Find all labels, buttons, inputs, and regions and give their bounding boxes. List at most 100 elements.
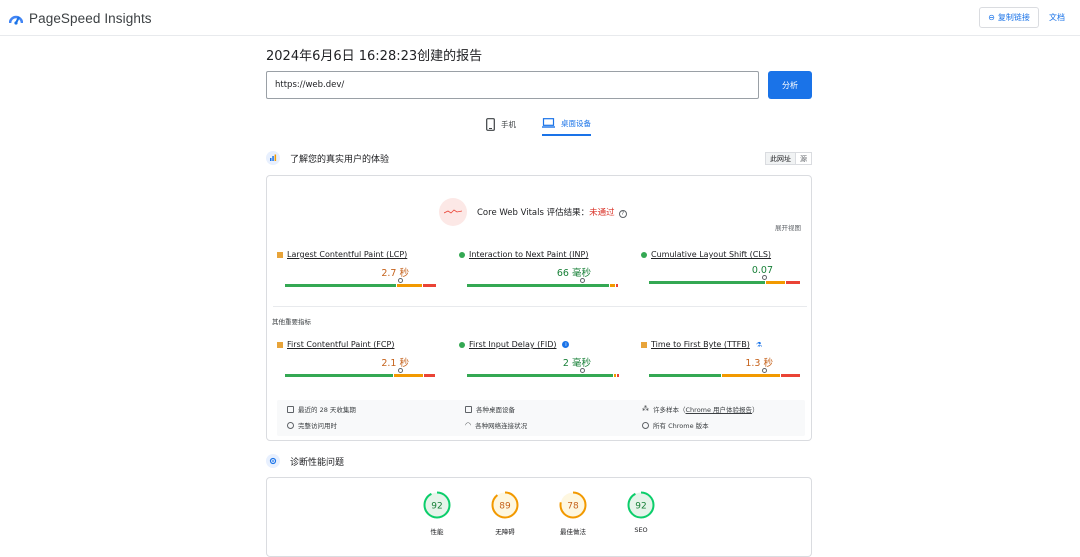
distribution-segment-poor [616, 284, 618, 287]
distribution-segment-good [467, 284, 609, 287]
metric-fcp-name[interactable]: First Contentful Paint (FCP) [287, 340, 394, 349]
divider [273, 306, 807, 307]
distribution-segment-needs-improvement [614, 374, 617, 377]
copy-link-button[interactable]: ⊖ 复制链接 [979, 7, 1039, 28]
metric-cls-distribution [649, 275, 801, 285]
metric-inp-distribution [467, 278, 619, 288]
phone-icon [486, 117, 495, 131]
good-icon [459, 341, 465, 348]
docs-link[interactable]: 文档 [1049, 12, 1065, 23]
this-url-toggle[interactable]: 此网址 [765, 152, 796, 165]
tab-desktop-label: 桌面设备 [561, 118, 591, 128]
info-samples-prefix: 许多样本（ [653, 406, 686, 414]
diagnose-icon [266, 454, 280, 468]
laptop-icon [542, 118, 555, 128]
info-duration-text: 完整访问用时 [298, 422, 337, 430]
metric-fcp: First Contentful Paint (FCP) 2.1 秒 [277, 340, 437, 378]
crux-report-link[interactable]: Chrome 用户体验报告 [686, 406, 753, 414]
lab-data-card: 92 性能 89 无障碍 78 最佳做法 92 SEO [266, 477, 812, 557]
gauge-performance-ring: 92 [423, 491, 451, 519]
metric-cls-name[interactable]: Cumulative Layout Shift (CLS) [651, 250, 771, 259]
metric-ttfb-distribution [649, 368, 801, 378]
metric-fid-value: 2 毫秒 [562, 358, 591, 369]
app-logo[interactable]: PageSpeed Insights [9, 8, 152, 28]
distribution-segment-poor [423, 284, 436, 287]
p75-marker [762, 368, 767, 373]
distribution-segment-good [649, 281, 765, 284]
good-icon [459, 251, 465, 258]
info-icon[interactable]: i [562, 341, 570, 348]
lab-data-header: 诊断性能问题 [266, 453, 344, 469]
metric-fcp-distribution [285, 368, 437, 378]
distribution-segment-good [285, 284, 396, 287]
distribution-segment-needs-improvement [766, 281, 785, 284]
distribution-segment-good [467, 374, 614, 377]
needs-improvement-icon [641, 341, 647, 348]
p75-marker [398, 368, 403, 373]
needs-improvement-icon [277, 341, 283, 348]
distribution-segment-needs-improvement [722, 374, 780, 377]
url-input[interactable]: https://web.dev/ [266, 71, 759, 99]
gauge-accessibility[interactable]: 89 无障碍 [490, 490, 520, 536]
info-duration: 完整访问用时 [287, 420, 337, 430]
gauge-best-practices-score: 78 [567, 502, 579, 512]
url-origin-toggle: 此网址 源 [765, 152, 812, 165]
top-bar: PageSpeed Insights ⊖ 复制链接 文档 [0, 0, 1080, 36]
metric-lcp-distribution [285, 278, 437, 288]
tab-desktop[interactable]: 桌面设备 [542, 112, 591, 136]
distribution-segment-poor [786, 281, 800, 284]
gauge-seo[interactable]: 92 SEO [626, 490, 656, 534]
gauge-best-practices[interactable]: 78 最佳做法 [558, 490, 588, 536]
wifi-icon: ◠ [465, 421, 472, 429]
gauge-seo-label: SEO [634, 526, 648, 534]
metric-fid-name[interactable]: First Input Delay (FID) [469, 340, 556, 349]
chrome-icon [642, 421, 649, 429]
report-title: 2024年6月6日 16:28:23创建的报告 [266, 49, 483, 64]
p75-marker [580, 368, 585, 373]
lab-data-title: 诊断性能问题 [290, 457, 345, 468]
cwv-label: Core Web Vitals 评估结果： [477, 208, 590, 218]
expand-view-link[interactable]: 展开视图 [775, 222, 801, 232]
gauge-accessibility-label: 无障碍 [495, 528, 515, 536]
devices-icon [465, 405, 472, 413]
info-samples: ⁂ 许多样本（Chrome 用户体验报告） [642, 404, 759, 414]
metric-ttfb: Time to First Byte (TTFB) ⚗ 1.3 秒 [641, 340, 801, 378]
metric-ttfb-value: 1.3 秒 [745, 358, 773, 369]
tab-mobile[interactable]: 手机 [486, 112, 516, 136]
link-icon: ⊖ [988, 13, 995, 22]
metric-fcp-value: 2.1 秒 [381, 358, 409, 369]
gauge-best-practices-ring: 78 [559, 491, 587, 519]
p75-marker [580, 278, 585, 283]
other-metrics-title: 其他重要指标 [272, 318, 311, 326]
metric-ttfb-name[interactable]: Time to First Byte (TTFB) [651, 340, 750, 349]
origin-toggle[interactable]: 源 [796, 152, 812, 165]
info-network-text: 各种网络连接状况 [475, 422, 528, 430]
distribution-segment-poor [781, 374, 800, 377]
info-network: ◠ 各种网络连接状况 [465, 420, 527, 430]
gauge-seo-ring: 92 [627, 491, 655, 519]
distribution-segment-good [285, 374, 393, 377]
info-period: 最近的 28 天收集期 [287, 404, 356, 414]
gauge-performance-label: 性能 [430, 528, 444, 536]
info-samples-suffix: ） [752, 406, 759, 414]
users-icon: ⁂ [642, 405, 649, 413]
calendar-icon [287, 405, 294, 413]
device-tabs: 手机 桌面设备 [486, 112, 591, 138]
field-data-title: 了解您的真实用户的体验 [290, 154, 390, 165]
metric-inp-name[interactable]: Interaction to Next Paint (INP) [469, 250, 588, 259]
p75-marker [398, 278, 403, 283]
metric-cls: Cumulative Layout Shift (CLS) 0.07 [641, 250, 801, 285]
tab-mobile-label: 手机 [501, 119, 516, 129]
metric-cls-value: 0.07 [751, 265, 773, 276]
p75-marker [762, 275, 767, 280]
analyze-button[interactable]: 分析 [768, 71, 812, 99]
gauge-performance[interactable]: 92 性能 [422, 490, 452, 536]
metric-lcp-name[interactable]: Largest Contentful Paint (LCP) [287, 250, 407, 259]
gauge-seo-score: 92 [635, 502, 646, 512]
metric-inp-value: 66 毫秒 [556, 268, 591, 279]
experimental-icon: ⚗ [755, 340, 763, 349]
timer-icon [287, 421, 294, 429]
field-data-header: 了解您的真实用户的体验 [266, 150, 389, 166]
app-title: PageSpeed Insights [29, 10, 152, 26]
help-icon[interactable]: ? [618, 210, 627, 218]
